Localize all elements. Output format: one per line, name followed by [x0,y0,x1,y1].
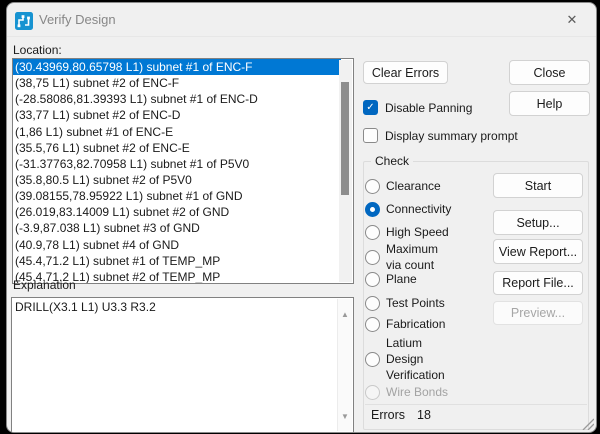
radio-plane[interactable]: Plane [365,271,417,287]
list-item[interactable]: (33,77 L1) subnet #2 of ENC-D [13,107,341,123]
verify-design-dialog: Verify Design ✕ Location: (30.43969,80.6… [6,2,597,433]
list-item[interactable]: (-31.37763,82.70958 L1) subnet #1 of P5V… [13,156,341,172]
window-title: Verify Design [39,12,116,27]
verify-design-app-icon [15,12,33,30]
explanation-scrollbar[interactable]: ▲ ▼ [337,299,352,431]
scroll-down-icon[interactable]: ▼ [338,409,352,423]
display-summary-prompt-checkbox[interactable]: Display summary prompt [363,128,518,143]
radio-disabled-icon [365,385,380,400]
report-file-button[interactable]: Report File... [493,271,583,295]
list-scrollbar[interactable] [339,60,352,282]
setup-button[interactable]: Setup... [493,210,583,235]
disable-panning-checkbox[interactable]: ✓ Disable Panning [363,100,472,115]
checkbox-checked-icon: ✓ [363,100,378,115]
explanation-textarea[interactable]: DRILL(X3.1 L1) U3.3 R3.2 ▲ ▼ [11,297,354,433]
radio-icon [365,317,380,332]
disable-panning-label: Disable Panning [385,101,472,115]
list-item[interactable]: (26.019,83.14009 L1) subnet #2 of GND [13,204,341,220]
list-item[interactable]: (30.43969,80.65798 L1) subnet #1 of ENC-… [13,59,341,75]
close-button[interactable]: Close [509,60,590,85]
errors-count: 18 [417,408,431,422]
list-item[interactable]: (45.4,71.2 L1) subnet #1 of TEMP_MP [13,253,341,269]
list-item[interactable]: (39.08155,78.95922 L1) subnet #1 of GND [13,188,341,204]
list-item[interactable]: (-3.9,87.038 L1) subnet #3 of GND [13,220,341,236]
list-item[interactable]: (35.5,76 L1) subnet #2 of ENC-E [13,140,341,156]
check-group-label: Check [371,154,413,168]
radio-latium-design-verification[interactable]: Latium Design Verification [365,335,452,383]
radio-icon [365,296,380,311]
radio-wire-bonds: Wire Bonds [365,384,448,400]
radio-test-points[interactable]: Test Points [365,295,445,311]
scroll-up-icon[interactable]: ▲ [338,307,352,321]
clear-errors-button[interactable]: Clear Errors [363,61,448,84]
radio-high-speed[interactable]: High Speed [365,224,449,240]
help-button[interactable]: Help [509,91,590,116]
preview-button: Preview... [493,301,583,325]
view-report-button[interactable]: View Report... [493,239,583,264]
errors-label: Errors [371,408,405,422]
explanation-label: Explanation [13,278,76,292]
radio-maximum-via-count[interactable]: Maximum via count [365,241,452,273]
list-item[interactable]: (1,86 L1) subnet #1 of ENC-E [13,124,341,140]
close-icon[interactable]: ✕ [557,8,587,32]
display-summary-prompt-label: Display summary prompt [385,129,518,143]
checkbox-unchecked-icon [363,128,378,143]
list-item[interactable]: (38,75 L1) subnet #2 of ENC-F [13,75,341,91]
location-label: Location: [13,43,62,57]
radio-icon [365,225,380,240]
title-bar[interactable]: Verify Design ✕ [7,3,596,37]
resize-grip[interactable] [580,416,594,430]
group-separator [365,404,587,405]
radio-connectivity[interactable]: Connectivity [365,201,451,217]
list-scrollbar-thumb[interactable] [341,82,349,195]
list-item[interactable]: (35.8,80.5 L1) subnet #2 of P5V0 [13,172,341,188]
start-button[interactable]: Start [493,173,583,198]
errors-status: Errors 18 [371,408,431,422]
radio-icon [365,352,380,367]
list-item[interactable]: (-28.58086,81.39393 L1) subnet #1 of ENC… [13,91,341,107]
list-item[interactable]: (40.9,78 L1) subnet #4 of GND [13,237,341,253]
radio-icon [365,179,380,194]
radio-fabrication[interactable]: Fabrication [365,316,445,332]
radio-selected-icon [365,202,380,217]
radio-clearance[interactable]: Clearance [365,178,441,194]
radio-icon [365,272,380,287]
radio-icon [365,250,380,265]
explanation-text: DRILL(X3.1 L1) U3.3 R3.2 [15,300,156,314]
location-listbox[interactable]: (30.43969,80.65798 L1) subnet #1 of ENC-… [12,58,354,284]
